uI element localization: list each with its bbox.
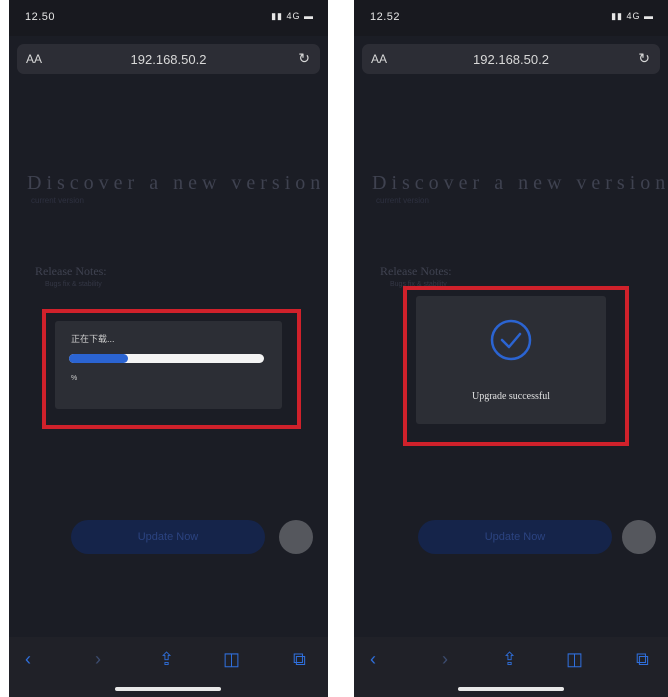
phone-screen-success: 12.52 ▮▮ 4G ▬ AA 192.168.50.2 ↻ Discover… [354, 0, 668, 697]
bookmarks-icon[interactable]: ◫ [223, 649, 240, 670]
signal-icon: ▮▮ 4G ▬ [611, 11, 654, 21]
release-notes-text: Bugs fix & stability [45, 281, 102, 288]
address-bar[interactable]: AA 192.168.50.2 ↻ [17, 44, 320, 74]
tabs-icon[interactable]: ⧉ [293, 649, 306, 670]
highlight-box [403, 286, 629, 446]
browser-toolbar: ‹ › ⇪ ◫ ⧉ [354, 637, 668, 697]
update-now-button[interactable]: Update Now [418, 520, 612, 554]
reload-icon[interactable]: ↻ [638, 50, 650, 67]
back-icon[interactable]: ‹ [370, 649, 376, 670]
browser-toolbar: ‹ › ⇪ ◫ ⧉ [9, 637, 328, 697]
highlight-box [42, 309, 301, 429]
current-version-text: current version [376, 196, 429, 205]
signal-icon: ▮▮ 4G ▬ [271, 11, 314, 21]
forward-icon[interactable]: › [442, 649, 448, 670]
status-time: 12.50 [25, 11, 56, 23]
page-heading: Discover a new version [27, 172, 326, 194]
url-text[interactable]: 192.168.50.2 [362, 52, 660, 67]
round-button[interactable] [279, 520, 313, 554]
bookmarks-icon[interactable]: ◫ [566, 649, 583, 670]
status-bar: 12.52 ▮▮ 4G ▬ [354, 0, 668, 36]
home-indicator [458, 687, 564, 691]
update-now-button[interactable]: Update Now [71, 520, 265, 554]
status-time: 12.52 [370, 11, 401, 23]
forward-icon[interactable]: › [95, 649, 101, 670]
round-button[interactable] [622, 520, 656, 554]
page-heading: Discover a new version [372, 172, 668, 194]
share-icon[interactable]: ⇪ [159, 649, 174, 670]
back-icon[interactable]: ‹ [25, 649, 31, 670]
current-version-text: current version [31, 196, 84, 205]
share-icon[interactable]: ⇪ [502, 649, 517, 670]
phone-screen-downloading: 12.50 ▮▮ 4G ▬ AA 192.168.50.2 ↻ Discover… [9, 0, 328, 697]
reload-icon[interactable]: ↻ [298, 50, 310, 67]
status-bar: 12.50 ▮▮ 4G ▬ [9, 0, 328, 36]
tabs-icon[interactable]: ⧉ [636, 649, 649, 670]
release-notes-title: Release Notes: [380, 264, 452, 278]
url-text[interactable]: 192.168.50.2 [17, 52, 320, 67]
release-notes-title: Release Notes: [35, 264, 107, 278]
address-bar[interactable]: AA 192.168.50.2 ↻ [362, 44, 660, 74]
home-indicator [115, 687, 221, 691]
